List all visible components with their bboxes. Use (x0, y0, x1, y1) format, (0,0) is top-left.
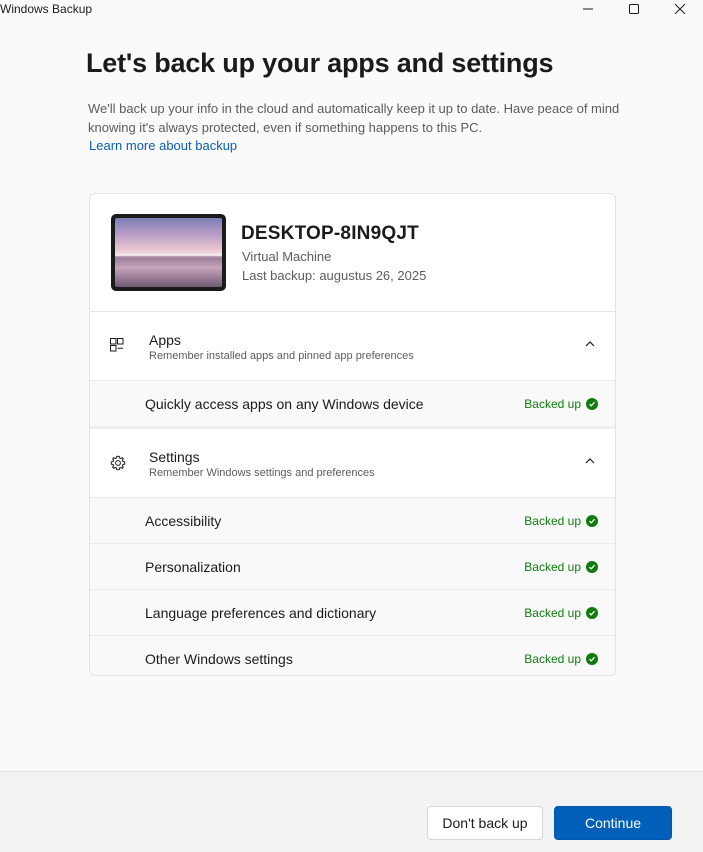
item-label: Accessibility (145, 513, 222, 529)
check-circle-icon (586, 561, 598, 573)
continue-button[interactable]: Continue (554, 806, 672, 840)
list-item: Personalization Backed up (90, 543, 615, 589)
status-text: Backed up (524, 560, 581, 574)
learn-more-link[interactable]: Learn more about backup (89, 138, 237, 153)
settings-section-subtitle: Remember Windows settings and preference… (149, 467, 375, 479)
status-text: Backed up (524, 397, 581, 411)
close-button[interactable] (657, 0, 703, 18)
status-text: Backed up (524, 652, 581, 666)
last-backup: Last backup: augustus 26, 2025 (242, 268, 427, 283)
item-label: Quickly access apps on any Windows devic… (145, 396, 424, 412)
status-badge: Backed up (524, 514, 598, 528)
device-type: Virtual Machine (242, 249, 332, 264)
check-circle-icon (586, 653, 598, 665)
status-badge: Backed up (524, 397, 598, 411)
item-label: Language preferences and dictionary (145, 605, 377, 621)
page-description: We'll back up your info in the cloud and… (88, 101, 620, 135)
list-item: Quickly access apps on any Windows devic… (90, 380, 615, 426)
chevron-up-icon[interactable] (585, 341, 595, 347)
list-item: Language preferences and dictionary Back… (90, 589, 615, 635)
gear-icon (110, 455, 126, 471)
backup-card: DESKTOP-8IN9QJT Virtual Machine Last bac… (89, 193, 616, 676)
device-name: DESKTOP-8IN9QJT (241, 223, 419, 244)
maximize-icon (629, 4, 639, 14)
close-icon (675, 4, 685, 14)
page-title: Let's back up your apps and settings (86, 48, 554, 78)
footer: Don't back up Continue (0, 771, 703, 852)
item-label: Personalization (145, 559, 241, 575)
device-thumbnail (111, 214, 226, 291)
device-info: DESKTOP-8IN9QJT Virtual Machine Last bac… (90, 194, 615, 312)
window-title: Windows Backup (0, 2, 93, 16)
check-circle-icon (586, 515, 598, 527)
list-item: Other Windows settings Backed up (90, 635, 615, 675)
minimize-button[interactable] (565, 0, 611, 18)
chevron-up-icon[interactable] (585, 458, 595, 464)
apps-section-title: Apps (149, 332, 181, 348)
status-text: Backed up (524, 606, 581, 620)
settings-section-title: Settings (149, 449, 200, 465)
status-badge: Backed up (524, 606, 598, 620)
check-circle-icon (586, 607, 598, 619)
settings-section-header[interactable]: Settings Remember Windows settings and p… (90, 429, 615, 497)
status-badge: Backed up (524, 560, 598, 574)
maximize-button[interactable] (611, 0, 657, 18)
wallpaper-image (115, 218, 222, 287)
window-controls (565, 0, 703, 18)
apps-section-subtitle: Remember installed apps and pinned app p… (149, 350, 414, 362)
apps-section-header[interactable]: Apps Remember installed apps and pinned … (90, 312, 615, 380)
minimize-icon (583, 8, 593, 10)
item-label: Other Windows settings (145, 651, 293, 667)
title-bar: Windows Backup (0, 0, 703, 18)
dont-back-up-button[interactable]: Don't back up (427, 806, 543, 840)
check-circle-icon (586, 398, 598, 410)
status-text: Backed up (524, 514, 581, 528)
apps-icon (110, 338, 124, 352)
status-badge: Backed up (524, 652, 598, 666)
list-item: Accessibility Backed up (90, 497, 615, 543)
